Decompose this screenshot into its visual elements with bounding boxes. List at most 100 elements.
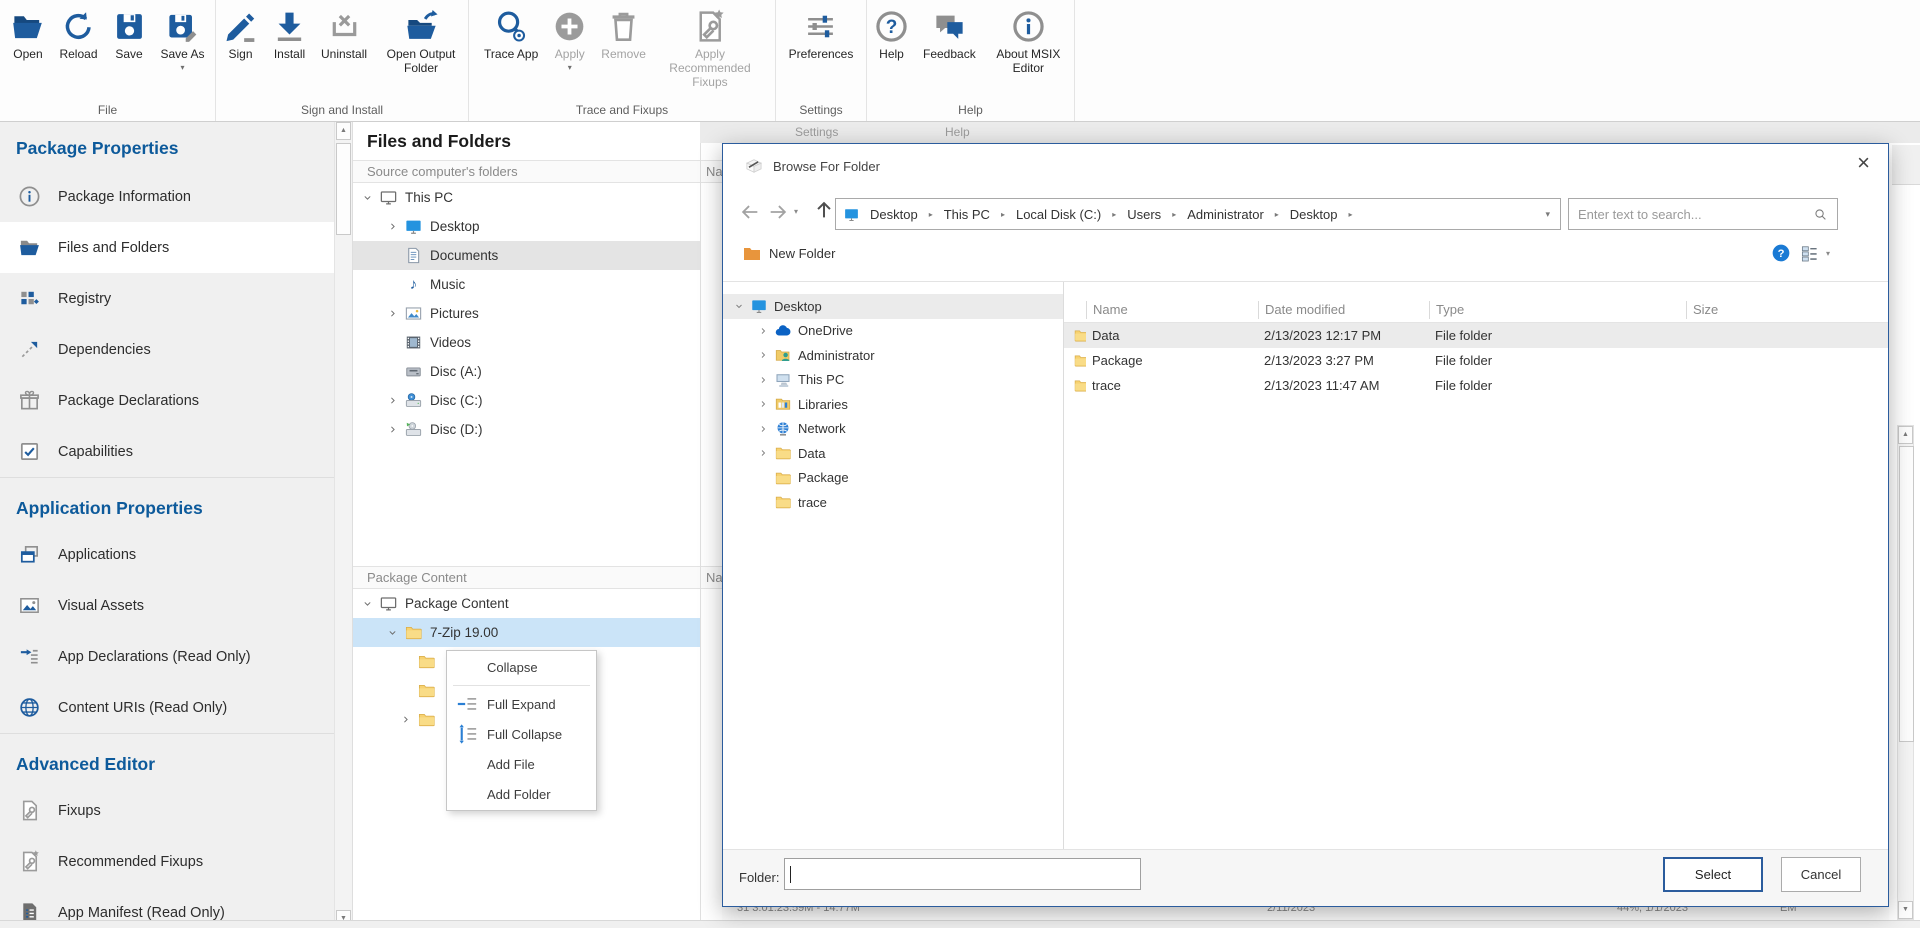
breadcrumb-dropdown-icon[interactable]: ▾ [1545,209,1553,220]
breadcrumb[interactable]: Desktop▸ This PC▸ Local Disk (C:)▸ Users… [835,198,1561,230]
menu-item-add-folder[interactable]: Add Folder [447,779,596,809]
search-input[interactable] [1578,207,1813,222]
tree-item-this-pc[interactable]: This PC [353,183,700,212]
menu-item-full-expand[interactable]: Full Expand [447,689,596,719]
breadcrumb-item[interactable]: Local Disk (C:) [1014,207,1103,222]
chevron-right-icon[interactable] [757,374,774,386]
uninstall-button[interactable]: Uninstall [314,4,374,75]
select-button[interactable]: Select [1663,857,1763,892]
folder-input[interactable] [784,858,1141,890]
feedback-button[interactable]: Feedback [916,4,983,75]
chevron-down-icon[interactable] [361,191,379,204]
help-button[interactable]: Help [867,4,916,75]
tree-item-disc-d[interactable]: Disc (D:) [353,415,700,444]
table-row-package[interactable]: Package 2/13/2023 3:27 PM File folder [1064,348,1888,373]
tree-item-disc-c[interactable]: Disc (C:) [353,386,700,415]
back-arrow-icon[interactable] [739,201,761,223]
view-list-icon[interactable] [1800,244,1819,263]
column-header-date-modified[interactable]: Date modified [1258,301,1429,319]
sidebar-item-fixups[interactable]: Fixups [0,785,334,836]
scrollbar-thumb[interactable] [336,143,351,235]
column-header-type[interactable]: Type [1429,301,1686,319]
tree-item-this-pc[interactable]: This PC [723,368,1063,393]
chevron-right-icon[interactable] [757,423,774,435]
chevron-right-icon[interactable] [386,423,404,436]
menu-item-add-file[interactable]: Add File [447,749,596,779]
column-header-name[interactable]: Name [1086,301,1258,319]
up-arrow-icon[interactable] [813,199,835,221]
sidebar-item-applications[interactable]: Applications [0,529,334,580]
view-dropdown-icon[interactable]: ▾ [1826,249,1830,258]
chevron-right-icon[interactable] [386,220,404,233]
scrollbar-thumb[interactable] [1899,446,1914,742]
breadcrumb-item[interactable]: Desktop [1288,207,1340,222]
tree-item-trace[interactable]: trace [723,490,1063,515]
tree-item-desktop[interactable]: Desktop [723,294,1063,319]
background-scrollbar[interactable]: ▲ ▼ [1897,425,1914,920]
forward-arrow-icon[interactable] [767,201,789,223]
scroll-up-button[interactable]: ▲ [336,122,351,140]
trace-app-button[interactable]: Trace App [477,4,545,89]
table-row-data[interactable]: Data 2/13/2023 12:17 PM File folder [1064,323,1888,348]
sidebar-item-files-and-folders[interactable]: Files and Folders [0,222,334,273]
sidebar-scrollbar[interactable]: ▲ ▼ [334,122,352,928]
sidebar-item-recommended-fixups[interactable]: Recommended Fixups [0,836,334,887]
chevron-down-icon[interactable] [386,626,404,639]
chevron-right-icon[interactable] [757,349,774,361]
tree-item-data[interactable]: Data [723,441,1063,466]
about-msix-editor-button[interactable]: About MSIX Editor [983,4,1074,75]
tree-item-administrator[interactable]: Administrator [723,343,1063,368]
sidebar-item-package-declarations[interactable]: Package Declarations [0,375,334,426]
open-output-folder-button[interactable]: Open Output Folder [374,4,468,75]
cancel-button[interactable]: Cancel [1781,857,1861,892]
sidebar-item-package-information[interactable]: Package Information [0,171,334,222]
menu-item-collapse[interactable]: Collapse [447,652,596,682]
tree-item-videos[interactable]: Videos [353,328,700,357]
tree-item-desktop[interactable]: Desktop [353,212,700,241]
breadcrumb-item[interactable]: This PC [942,207,992,222]
history-chevron-icon[interactable]: ▾ [794,207,798,216]
tree-item-pictures[interactable]: Pictures [353,299,700,328]
sign-button[interactable]: Sign [216,4,265,75]
breadcrumb-item[interactable]: Desktop [868,207,920,222]
open-button[interactable]: Open [3,4,52,72]
tree-item-libraries[interactable]: Libraries [723,392,1063,417]
tree-item-package[interactable]: Package [723,466,1063,491]
breadcrumb-item[interactable]: Users [1125,207,1163,222]
chevron-right-icon[interactable] [399,713,417,726]
tree-item-package-content[interactable]: Package Content [353,589,700,618]
sidebar-item-content-uris[interactable]: Content URIs (Read Only) [0,682,334,733]
save-button[interactable]: Save [105,4,154,72]
table-row-trace[interactable]: trace 2/13/2023 11:47 AM File folder [1064,373,1888,398]
chevron-right-icon[interactable] [757,447,774,459]
apply-recommended-fixups-button[interactable]: Apply Recommended Fixups [653,4,767,89]
tree-item-7zip[interactable]: 7-Zip 19.00 [353,618,700,647]
scroll-down-button[interactable]: ▼ [1898,901,1913,919]
tree-item-disc-a[interactable]: Disc (A:) [353,357,700,386]
tree-item-network[interactable]: Network [723,417,1063,442]
reload-button[interactable]: Reload [52,4,104,72]
new-folder-button[interactable]: New Folder [743,244,835,262]
chevron-down-icon[interactable] [733,300,750,312]
scroll-up-button[interactable]: ▲ [1898,426,1913,444]
breadcrumb-item[interactable]: Administrator [1185,207,1266,222]
tree-item-music[interactable]: ♪Music [353,270,700,299]
search-icon[interactable] [1813,207,1828,222]
chevron-right-icon[interactable] [757,398,774,410]
tree-item-onedrive[interactable]: OneDrive [723,319,1063,344]
preferences-button[interactable]: Preferences [782,4,861,61]
help-icon[interactable] [1771,243,1791,263]
sidebar-item-dependencies[interactable]: Dependencies [0,324,334,375]
sidebar-item-capabilities[interactable]: Capabilities [0,426,334,477]
chevron-right-icon[interactable] [757,325,774,337]
menu-item-full-collapse[interactable]: Full Collapse [447,719,596,749]
tree-item-documents[interactable]: Documents [353,241,700,270]
save-as-button[interactable]: Save As▾ [154,4,212,72]
install-button[interactable]: Install [265,4,314,75]
close-icon[interactable]: × [1857,150,1870,176]
sidebar-item-app-declarations[interactable]: App Declarations (Read Only) [0,631,334,682]
sidebar-item-visual-assets[interactable]: Visual Assets [0,580,334,631]
sidebar-item-registry[interactable]: Registry [0,273,334,324]
column-header-size[interactable]: Size [1686,301,1888,319]
chevron-right-icon[interactable] [386,394,404,407]
